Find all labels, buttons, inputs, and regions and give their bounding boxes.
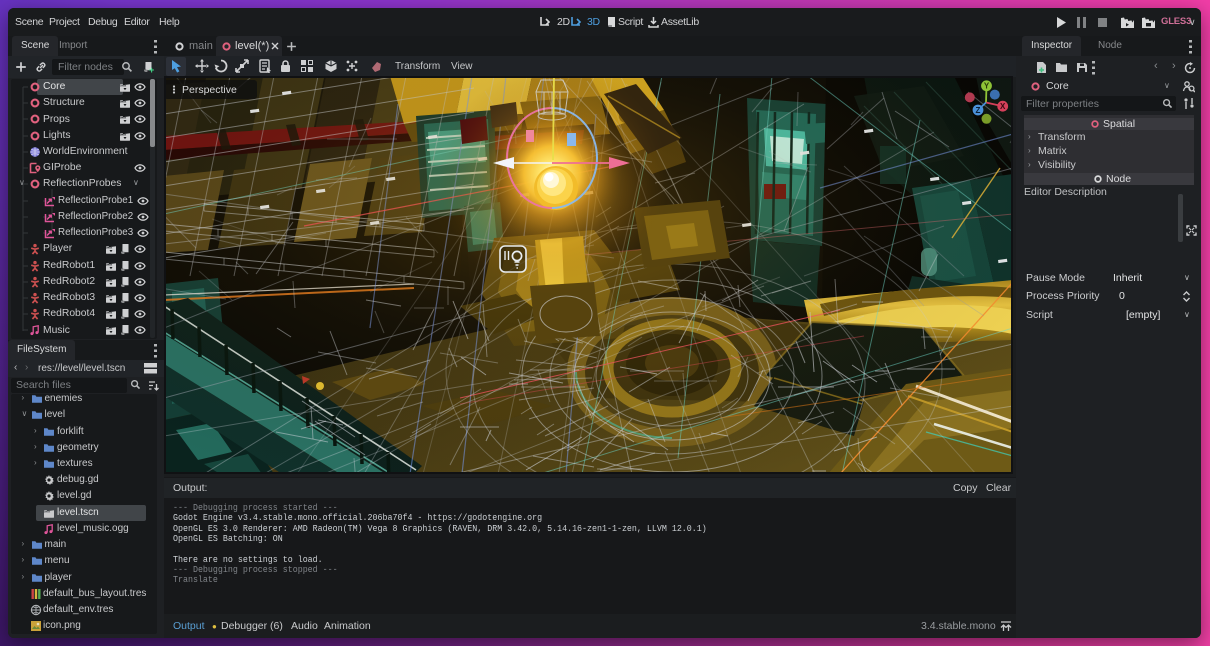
svg-text:Z: Z bbox=[976, 106, 981, 115]
svg-text:Y: Y bbox=[984, 82, 990, 91]
svg-text:Perspective: Perspective bbox=[182, 84, 237, 96]
svg-text:X: X bbox=[1000, 102, 1006, 111]
